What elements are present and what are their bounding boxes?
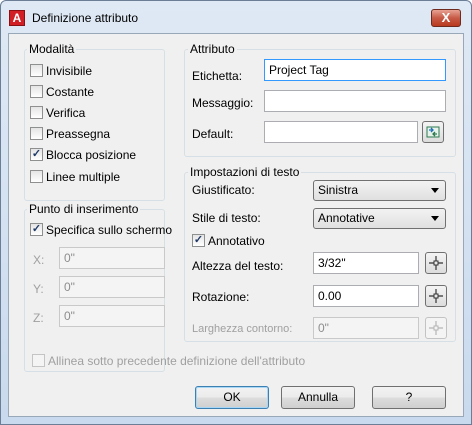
align-below-checkbox[interactable] <box>32 354 45 367</box>
pick-point-icon <box>429 321 443 335</box>
text-height-input[interactable]: 3/32" <box>313 252 419 274</box>
window-title: Definizione attributo <box>32 11 139 25</box>
text-style-value: Annotative <box>318 211 375 225</box>
x-field[interactable]: 0" <box>59 247 165 269</box>
verify-label: Verifica <box>46 106 86 120</box>
preset-label: Preassegna <box>46 127 111 141</box>
tag-label: Etichetta: <box>192 69 243 83</box>
invisible-label: Invisibile <box>46 64 93 78</box>
text-height-label: Altezza del testo: <box>192 259 284 273</box>
boundary-width-label: Larghezza contorno: <box>192 323 293 335</box>
boundary-width-input[interactable]: 0" <box>313 317 419 339</box>
invisible-checkbox[interactable] <box>30 64 43 77</box>
verify-checkbox[interactable] <box>30 106 43 119</box>
cancel-button[interactable]: Annulla <box>281 386 355 409</box>
constant-checkbox[interactable] <box>30 85 43 98</box>
preset-checkbox[interactable] <box>30 127 43 140</box>
rotation-pick-button[interactable] <box>425 285 447 307</box>
constant-label: Costante <box>46 85 95 99</box>
text-style-select[interactable]: Annotative <box>313 208 446 229</box>
text-style-label: Stile di testo: <box>192 211 261 225</box>
x-label: X: <box>33 253 45 267</box>
specify-on-screen-checkbox[interactable] <box>30 222 43 236</box>
insertion-point-title: Punto di inserimento <box>27 202 141 216</box>
help-button[interactable]: ? <box>372 386 446 409</box>
prompt-input[interactable] <box>264 90 446 112</box>
multiple-lines-label: Linee multiple <box>46 170 121 184</box>
justify-select[interactable]: Sinistra <box>313 180 446 201</box>
insert-field-button[interactable] <box>422 121 444 143</box>
autocad-app-icon: A <box>9 10 25 26</box>
tag-input[interactable]: Project Tag <box>264 59 446 81</box>
boundary-width-pick-button[interactable] <box>425 317 447 339</box>
close-button[interactable]: X <box>431 9 461 27</box>
chevron-down-icon <box>431 188 439 193</box>
justify-value: Sinistra <box>318 183 359 197</box>
y-label: Y: <box>33 282 44 296</box>
justify-label: Giustificato: <box>192 183 255 197</box>
y-field[interactable]: 0" <box>59 276 165 298</box>
rotation-label: Rotazione: <box>192 290 250 304</box>
default-input[interactable] <box>264 121 418 143</box>
multiple-lines-checkbox[interactable] <box>30 170 43 183</box>
pick-point-icon <box>429 289 443 303</box>
align-below-label: Allinea sotto precedente definizione del… <box>48 354 306 368</box>
z-label: Z: <box>33 311 44 325</box>
default-label: Default: <box>192 127 234 141</box>
annotative-label: Annotativo <box>208 234 265 248</box>
text-height-pick-button[interactable] <box>425 252 447 274</box>
dialog-window: A Definizione attributo X Modalità Invis… <box>0 0 472 425</box>
lock-position-checkbox[interactable] <box>30 147 43 161</box>
pick-point-icon <box>429 256 443 270</box>
specify-on-screen-label: Specifica sullo schermo <box>46 223 173 237</box>
insert-field-icon <box>426 126 440 138</box>
chevron-down-icon <box>431 216 439 221</box>
z-field[interactable]: 0" <box>59 305 165 327</box>
title-bar: A Definizione attributo X <box>1 1 471 33</box>
text-settings-title: Impostazioni di testo <box>188 165 302 179</box>
rotation-input[interactable]: 0.00 <box>313 285 419 307</box>
modes-group-title: Modalità <box>27 42 77 56</box>
prompt-label: Messaggio: <box>192 96 254 110</box>
ok-button[interactable]: OK <box>195 386 269 409</box>
dialog-body: Modalità Invisibile Costante Verifica Pr… <box>8 33 464 417</box>
annotative-checkbox[interactable] <box>192 233 205 247</box>
lock-position-label: Blocca posizione <box>46 148 137 162</box>
attribute-group-title: Attributo <box>188 42 237 56</box>
